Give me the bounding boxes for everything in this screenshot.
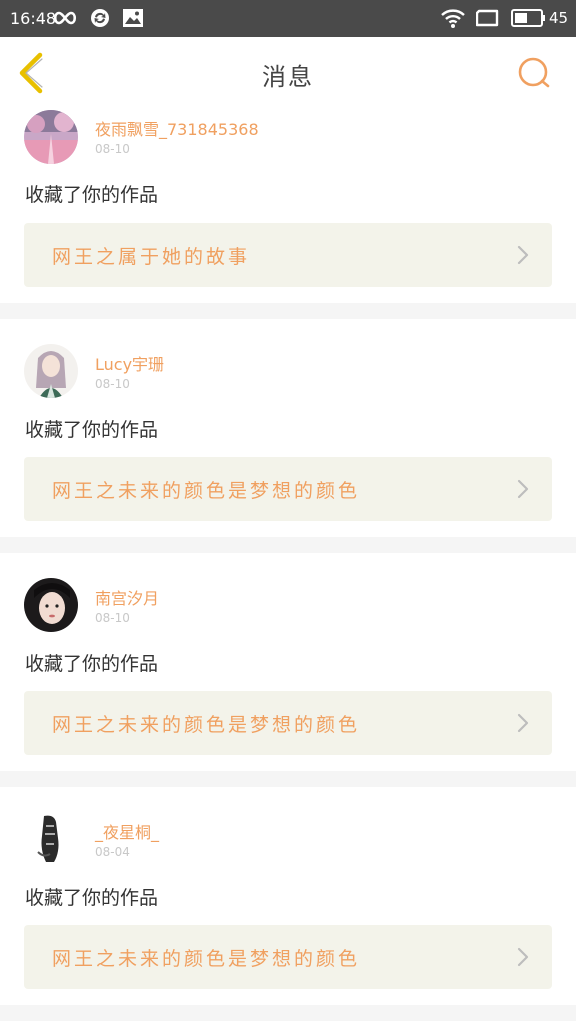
wifi-icon (441, 9, 465, 28)
search-icon[interactable] (514, 53, 554, 93)
divider (0, 1005, 576, 1021)
message-card: _夜星桐_ 08-04 收藏了你的作品 网王之未来的颜色是梦想的颜色 (0, 787, 576, 1005)
message-card: 夜雨飘雪_731845368 08-10 收藏了你的作品 网王之属于她的故事 (0, 94, 576, 303)
action-text: 收藏了你的作品 (25, 653, 159, 675)
work-title: 网王之未来的颜色是梦想的颜色 (52, 948, 361, 970)
work-link[interactable]: 网王之属于她的故事 (24, 223, 552, 287)
message-date: 08-10 (95, 377, 130, 391)
chevron-right-icon (517, 479, 529, 499)
work-link[interactable]: 网王之未来的颜色是梦想的颜色 (24, 691, 552, 755)
divider (0, 537, 576, 553)
action-text: 收藏了你的作品 (25, 887, 159, 909)
user-name[interactable]: 南宫汐月 (95, 585, 159, 609)
avatar[interactable] (24, 344, 78, 398)
chevron-right-icon (517, 713, 529, 733)
page-title: 消息 (262, 63, 314, 91)
work-link[interactable]: 网王之未来的颜色是梦想的颜色 (24, 925, 552, 989)
sync-icon (91, 9, 109, 27)
message-date: 08-04 (95, 845, 130, 859)
screen-icon (476, 9, 499, 27)
message-card: Lucy宇珊 08-10 收藏了你的作品 网王之未来的颜色是梦想的颜色 (0, 319, 576, 537)
infinity-icon (53, 11, 77, 25)
work-title: 网王之属于她的故事 (52, 246, 251, 268)
battery-level: 45 (549, 9, 569, 27)
divider (0, 303, 576, 319)
message-date: 08-10 (95, 142, 130, 156)
action-text: 收藏了你的作品 (25, 184, 159, 206)
avatar[interactable] (24, 110, 78, 164)
battery-icon (511, 9, 545, 27)
avatar[interactable] (24, 578, 78, 632)
user-name[interactable]: _夜星桐_ (95, 819, 159, 843)
chevron-right-icon (517, 245, 529, 265)
work-link[interactable]: 网王之未来的颜色是梦想的颜色 (24, 457, 552, 521)
user-name[interactable]: Lucy宇珊 (95, 351, 164, 375)
image-icon (123, 9, 143, 27)
chevron-right-icon (517, 947, 529, 967)
divider (0, 771, 576, 787)
message-card: 南宫汐月 08-10 收藏了你的作品 网王之未来的颜色是梦想的颜色 (0, 553, 576, 771)
action-text: 收藏了你的作品 (25, 419, 159, 441)
message-date: 08-10 (95, 611, 130, 625)
status-bar: 16:48 45 (0, 0, 576, 37)
user-name[interactable]: 夜雨飘雪_731845368 (95, 116, 259, 140)
avatar[interactable] (24, 812, 78, 866)
work-title: 网王之未来的颜色是梦想的颜色 (52, 714, 361, 736)
work-title: 网王之未来的颜色是梦想的颜色 (52, 480, 361, 502)
status-time: 16:48 (10, 9, 57, 28)
